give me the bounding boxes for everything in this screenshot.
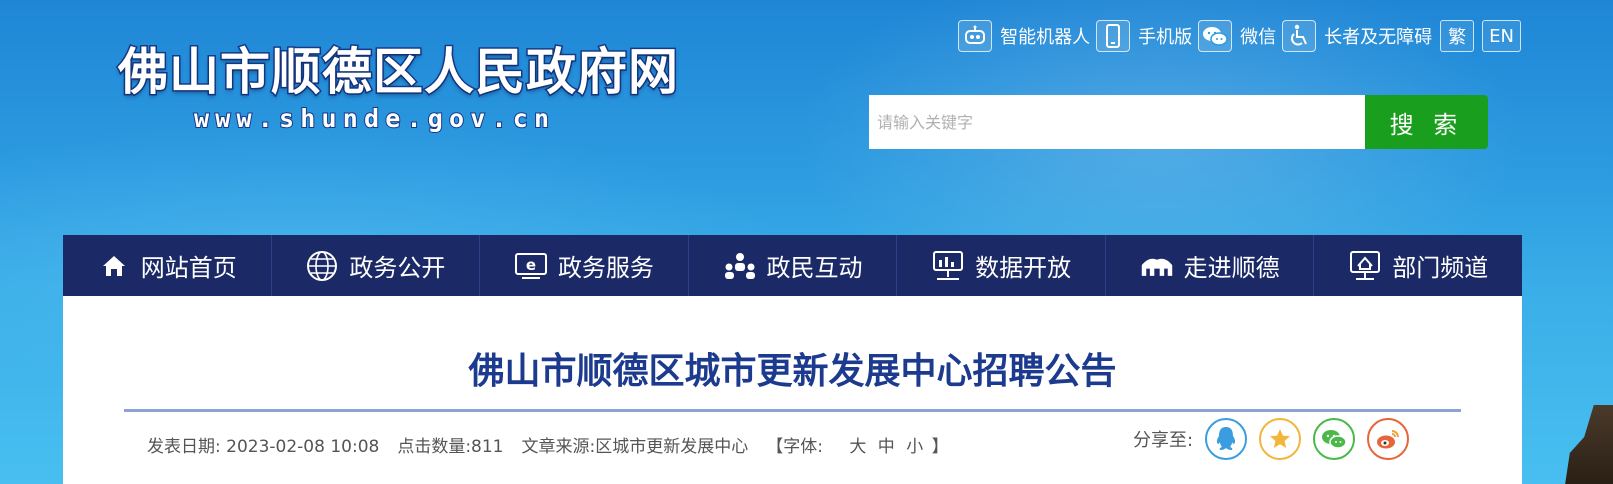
font-small-button[interactable]: 小 — [906, 437, 923, 457]
article-meta: 发表日期: 2023-02-08 10:08 点击数量:811 文章来源:区城市… — [147, 431, 967, 457]
top-utility-links: 智能机器人 手机版 微信 长者及无障碍 繁 EN — [952, 20, 1521, 52]
nav-item-government-affairs[interactable]: 政务公开 — [272, 235, 481, 296]
robot-icon — [958, 20, 993, 52]
click-count: 点击数量:811 — [397, 436, 504, 457]
star-icon — [1270, 429, 1291, 448]
nav-label: 政务服务 — [557, 254, 654, 282]
share-bar: 分享至: — [1133, 418, 1421, 460]
share-weibo-button[interactable] — [1367, 418, 1410, 460]
accessibility-label: 长者及无障碍 — [1324, 27, 1433, 48]
search-bar: 搜 索 — [869, 95, 1488, 149]
article-source: 文章来源:区城市更新发展中心 — [521, 436, 749, 457]
wechat-icon — [1322, 430, 1347, 449]
wechat-link[interactable]: 微信 — [1198, 20, 1276, 52]
svg-text:e: e — [526, 256, 536, 274]
wechat-label: 微信 — [1240, 27, 1277, 48]
nav-label: 政民互动 — [766, 254, 863, 282]
nav-item-open-data[interactable]: 数据开放 — [897, 235, 1106, 296]
share-qzone-button[interactable] — [1259, 418, 1302, 460]
font-label-close: 】 — [931, 436, 949, 457]
search-input[interactable] — [869, 95, 1365, 149]
weibo-icon — [1377, 430, 1400, 449]
robot-link[interactable]: 智能机器人 — [958, 20, 1090, 52]
nav-label: 部门频道 — [1392, 254, 1489, 282]
nav-label: 网站首页 — [140, 254, 237, 282]
search-button[interactable]: 搜 索 — [1365, 95, 1488, 149]
title-divider — [124, 409, 1461, 412]
share-label: 分享至: — [1133, 430, 1194, 451]
site-title: 佛山市顺德区人民政府网 — [117, 42, 680, 103]
nav-label: 政务公开 — [349, 254, 446, 282]
font-label-open: 【字体: — [766, 436, 823, 457]
people-icon — [723, 249, 757, 283]
traditional-chinese-button[interactable]: 繁 — [1440, 20, 1475, 52]
e-service-icon: e — [514, 249, 548, 283]
nav-label: 走进顺德 — [1183, 254, 1280, 282]
wheelchair-icon — [1282, 20, 1317, 52]
robot-label: 智能机器人 — [1000, 27, 1091, 48]
share-wechat-button[interactable] — [1313, 418, 1356, 460]
mobile-label: 手机版 — [1138, 27, 1193, 48]
font-size-control: 【字体: 大 中 小 】 — [766, 432, 966, 457]
department-icon — [1348, 249, 1382, 283]
globe-icon — [305, 249, 339, 283]
nav-label: 数据开放 — [975, 254, 1072, 282]
accessibility-link[interactable]: 长者及无障碍 — [1282, 20, 1432, 52]
font-large-button[interactable]: 大 — [849, 437, 866, 457]
main-nav: 网站首页 政务公开 e 政务服务 政民互动 数据开放 走进顺德 部门频道 — [63, 235, 1522, 296]
mobile-link[interactable]: 手机版 — [1096, 20, 1192, 52]
nav-item-home[interactable]: 网站首页 — [63, 235, 272, 296]
article-title: 佛山市顺德区城市更新发展中心招聘公告 — [468, 351, 1117, 392]
nav-item-interaction[interactable]: 政民互动 — [689, 235, 898, 296]
qq-icon — [1216, 427, 1236, 450]
publish-date: 发表日期: 2023-02-08 10:08 — [147, 436, 380, 457]
site-url: www.shunde.gov.cn — [193, 103, 556, 134]
data-screen-icon — [931, 249, 965, 283]
phone-icon — [1096, 20, 1131, 52]
architecture-icon — [1140, 249, 1174, 283]
font-medium-button[interactable]: 中 — [878, 437, 895, 457]
nav-item-explore-shunde[interactable]: 走进顺德 — [1106, 235, 1315, 296]
share-qq-button[interactable] — [1205, 418, 1248, 460]
home-icon — [97, 249, 131, 283]
nav-item-departments[interactable]: 部门频道 — [1314, 235, 1522, 296]
nav-item-government-services[interactable]: e 政务服务 — [480, 235, 689, 296]
english-button[interactable]: EN — [1482, 20, 1521, 52]
site-logo[interactable]: 佛山市顺德区人民政府网 www.shunde.gov.cn — [117, 40, 688, 140]
wechat-icon — [1198, 20, 1233, 52]
article-content: 佛山市顺德区城市更新发展中心招聘公告 发表日期: 2023-02-08 10:0… — [63, 296, 1522, 484]
